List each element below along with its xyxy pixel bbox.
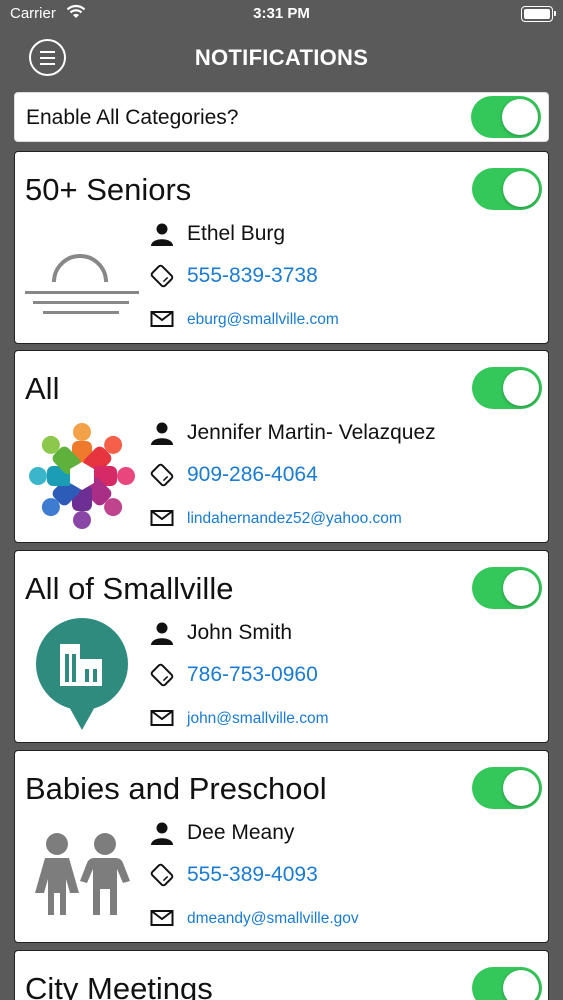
phone-icon <box>150 463 174 487</box>
category-title: All of Smallville <box>25 571 234 606</box>
people-circle-icon <box>23 417 141 535</box>
battery-icon <box>521 6 556 22</box>
phone-icon <box>150 264 174 288</box>
person-icon <box>151 622 173 645</box>
status-bar: Carrier 3:31 PM <box>0 0 563 30</box>
toggle-knob <box>503 171 539 207</box>
category-title: All <box>25 371 60 406</box>
contact-phone-link[interactable]: 555-839-3738 <box>187 264 318 288</box>
contact-name: Jennifer Martin- Velazquez <box>187 421 436 444</box>
phone-icon <box>150 863 174 887</box>
person-icon <box>151 422 173 445</box>
mail-icon <box>150 311 174 327</box>
category-card-city-meetings: City Meetings <box>14 950 549 1000</box>
category-card-seniors: 50+ Seniors Ethel Burg 555-839-3738 ebur… <box>14 151 549 344</box>
children-icon <box>23 817 141 935</box>
contact-email-link[interactable]: eburg@smallville.com <box>187 311 339 329</box>
sunset-icon <box>23 218 141 336</box>
page-title: NOTIFICATIONS <box>194 45 369 70</box>
category-card-all: All Jennifer Martin- Velazquez 909-286-4… <box>14 350 549 543</box>
enable-all-label: Enable All Categories? <box>26 106 239 129</box>
category-toggle[interactable] <box>472 168 542 210</box>
category-toggle[interactable] <box>472 567 542 609</box>
toggle-knob <box>503 570 539 606</box>
category-title: Babies and Preschool <box>25 771 327 806</box>
contact-email-link[interactable]: john@smallville.com <box>187 710 329 728</box>
toggle-knob <box>502 99 538 135</box>
toggle-knob <box>503 770 539 806</box>
category-toggle[interactable] <box>472 767 542 809</box>
category-card-all-of-smallville: All of Smallville John Smith 786-753-096… <box>14 550 549 743</box>
contact-name: Ethel Burg <box>187 222 286 245</box>
contact-name: John Smith <box>187 621 293 644</box>
category-title: City Meetings <box>25 971 213 1000</box>
phone-icon <box>150 663 174 687</box>
toggle-knob <box>503 970 539 1000</box>
contact-email-link[interactable]: lindahernandez52@yahoo.com <box>187 510 402 528</box>
mail-icon <box>150 710 174 726</box>
enable-all-row: Enable All Categories? <box>14 92 549 142</box>
contact-phone-link[interactable]: 555-389-4093 <box>187 863 318 887</box>
contact-email-link[interactable]: dmeandy@smallville.gov <box>187 910 359 928</box>
person-icon <box>151 822 173 845</box>
contact-name: Dee Meany <box>187 821 295 844</box>
category-toggle[interactable] <box>472 967 542 1000</box>
nav-bar: NOTIFICATIONS <box>0 32 563 86</box>
category-card-babies-preschool: Babies and Preschool Dee Meany 555-389-4… <box>14 750 549 943</box>
category-toggle[interactable] <box>472 367 542 409</box>
city-pin-icon <box>23 617 141 735</box>
status-time: 3:31 PM <box>253 5 310 22</box>
person-icon <box>151 223 173 246</box>
mail-icon <box>150 910 174 926</box>
enable-all-toggle[interactable] <box>471 96 541 138</box>
category-title: 50+ Seniors <box>25 172 192 207</box>
toggle-knob <box>503 370 539 406</box>
mail-icon <box>150 510 174 526</box>
contact-phone-link[interactable]: 786-753-0960 <box>187 663 318 687</box>
contact-phone-link[interactable]: 909-286-4064 <box>187 463 318 487</box>
